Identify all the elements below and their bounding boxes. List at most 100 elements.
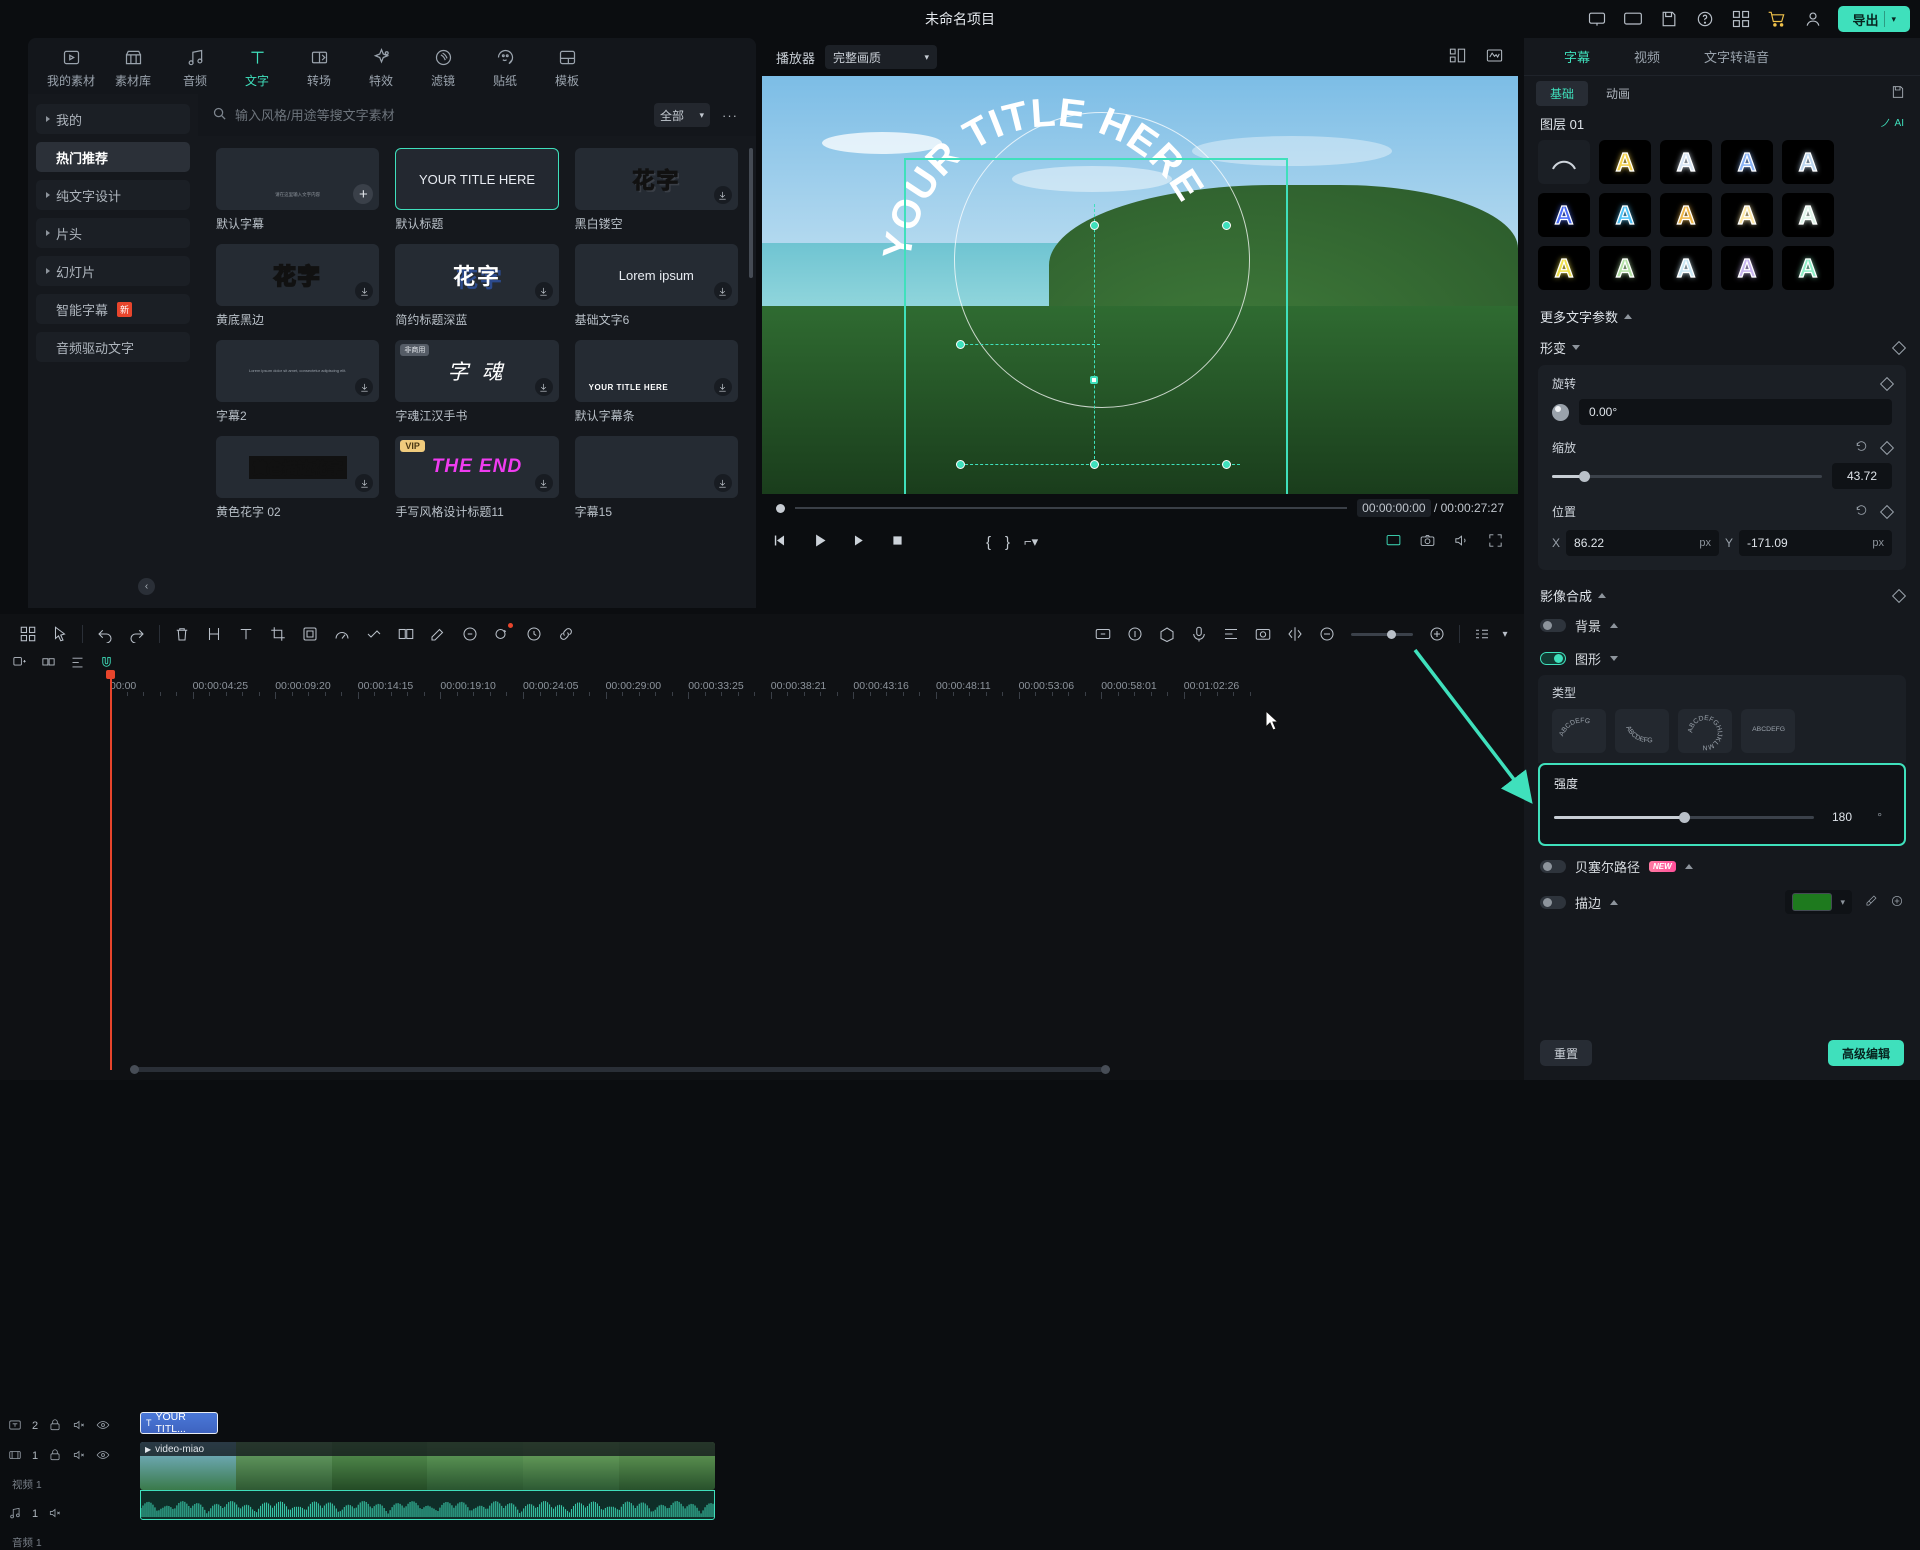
scrubber-handle[interactable] <box>776 503 785 513</box>
mask-icon[interactable] <box>294 618 326 650</box>
video-clip[interactable]: ▶ video-miao <box>140 1442 715 1490</box>
delete-icon[interactable] <box>166 618 198 650</box>
media-tab-3[interactable]: 文字 <box>226 47 288 89</box>
media-tab-8[interactable]: 模板 <box>536 47 598 89</box>
center-handle[interactable] <box>1090 376 1098 384</box>
preset-0-3[interactable]: A <box>1721 140 1773 184</box>
stroke-color-select[interactable]: ▾ <box>1785 890 1852 914</box>
link-icon[interactable] <box>550 618 582 650</box>
speed-icon[interactable] <box>326 618 358 650</box>
reset-icon[interactable] <box>1855 504 1868 520</box>
zoom-in-button[interactable] <box>1421 618 1453 650</box>
template-thumb[interactable]: 黄色描边花字 <box>216 436 380 498</box>
preset-1-3[interactable]: A <box>1721 193 1773 237</box>
save-preset-icon[interactable] <box>1890 84 1906 103</box>
chapter-icon[interactable] <box>1215 618 1247 650</box>
category-item-4[interactable]: 幻灯片 <box>36 256 190 286</box>
template-card-0[interactable]: 请在这里输入文字内容 + 默认字幕 <box>216 148 380 232</box>
shape-type-option-3[interactable]: ABCDEFGH <box>1741 709 1795 753</box>
lock-icon[interactable] <box>48 1418 62 1435</box>
download-icon[interactable] <box>355 282 374 300</box>
bezier-toggle[interactable] <box>1540 860 1566 873</box>
export-button[interactable]: 导出 ▾ <box>1838 6 1910 32</box>
zoom-out-button[interactable] <box>1311 618 1343 650</box>
align-icon[interactable] <box>70 655 85 673</box>
timeline-ruler[interactable]: 00:00 00:00:04:25 00:00:09:20 00:00:14:15 00… <box>110 676 1524 699</box>
scale-slider[interactable] <box>1552 470 1822 482</box>
player-scrubber[interactable]: 00:00:00:00 / 00:00:27:27 <box>762 494 1518 522</box>
eyedropper-icon[interactable] <box>1864 894 1878 911</box>
shape-icon[interactable] <box>1151 618 1183 650</box>
preset-0-4[interactable]: A <box>1782 140 1834 184</box>
media-tab-1[interactable]: 素材库 <box>102 47 164 89</box>
volume-icon[interactable] <box>1453 532 1470 552</box>
intensity-slider[interactable] <box>1554 811 1814 823</box>
media-tab-2[interactable]: 音频 <box>164 47 226 89</box>
category-item-6[interactable]: 音频驱动文字 <box>36 332 190 362</box>
filter-select[interactable]: 全部 ▾ <box>654 103 710 127</box>
template-card-7[interactable]: 非商用字 魂字魂江汉手书 <box>395 340 559 424</box>
monitor-icon[interactable] <box>1622 8 1644 30</box>
preset-2-1[interactable]: A <box>1599 246 1651 290</box>
add-icon[interactable]: + <box>353 184 374 204</box>
layout-split-icon[interactable] <box>1448 46 1467 68</box>
lock-icon[interactable] <box>48 1448 62 1465</box>
resize-handle-bottom[interactable] <box>1090 460 1099 469</box>
template-card-10[interactable]: VIP THE END 手写风格设计标题11 <box>395 436 559 520</box>
preset-0-1[interactable]: A <box>1599 140 1651 184</box>
template-thumb[interactable]: Lorem ipsum <box>574 244 738 306</box>
mute-icon[interactable] <box>48 1506 62 1523</box>
preset-0-2[interactable]: A <box>1660 140 1712 184</box>
resize-handle-left[interactable] <box>956 340 965 349</box>
group-icon[interactable] <box>390 618 422 650</box>
composite-header[interactable]: 影像合成 <box>1524 578 1920 609</box>
keyframe-icon[interactable] <box>358 618 390 650</box>
search-input[interactable] <box>235 107 646 123</box>
template-card-5[interactable]: Lorem ipsum 基础文字6 <box>574 244 738 328</box>
keyframe-diamond-icon[interactable] <box>1891 340 1907 355</box>
cart-icon[interactable] <box>1766 8 1788 30</box>
advanced-edit-button[interactable]: 高级编辑 <box>1827 1040 1904 1066</box>
category-item-1[interactable]: 热门推荐 <box>36 142 190 172</box>
play-forward-icon[interactable] <box>850 532 867 552</box>
marker-icon[interactable]: ⌐▾ <box>1024 534 1038 551</box>
eye-icon[interactable] <box>96 1448 110 1465</box>
keyframe-diamond-icon[interactable] <box>1879 504 1895 519</box>
keyframe-diamond-icon[interactable] <box>1891 588 1907 603</box>
preset-2-2[interactable]: A <box>1660 246 1712 290</box>
resize-handle-bottom-right[interactable] <box>1222 460 1231 469</box>
preset-2-3[interactable]: A <box>1721 246 1773 290</box>
download-icon[interactable] <box>713 474 732 492</box>
preview-stage[interactable]: YOUR TITLE HERE <box>762 76 1518 494</box>
snapshot-icon[interactable] <box>1419 532 1436 552</box>
more-options-icon[interactable]: ··· <box>718 108 742 123</box>
template-scrollbar[interactable] <box>749 148 753 278</box>
redo-icon[interactable] <box>121 618 153 650</box>
more-params-header[interactable]: 更多文字参数 <box>1524 299 1920 330</box>
duration-icon[interactable] <box>518 618 550 650</box>
template-thumb[interactable] <box>574 436 738 498</box>
add-track-icon[interactable] <box>12 655 27 673</box>
mic-icon[interactable] <box>1183 618 1215 650</box>
mute-icon[interactable] <box>72 1418 86 1435</box>
preset-1-1[interactable]: A <box>1599 193 1651 237</box>
ai-audio-icon[interactable] <box>454 618 486 650</box>
download-icon[interactable] <box>534 474 553 492</box>
category-item-2[interactable]: 纯文字设计 <box>36 180 190 210</box>
download-icon[interactable] <box>713 378 732 396</box>
preset-1-4[interactable]: A <box>1782 193 1834 237</box>
text-icon[interactable] <box>230 618 262 650</box>
add-color-icon[interactable] <box>1890 894 1904 911</box>
color-icon[interactable] <box>422 618 454 650</box>
zoom-track[interactable] <box>1351 629 1413 639</box>
preset-1-2[interactable]: A <box>1660 193 1712 237</box>
properties-tab-0[interactable]: 字幕 <box>1542 47 1612 66</box>
scrubber-track[interactable] <box>795 507 1348 509</box>
rotation-input[interactable]: 0.00° <box>1579 399 1892 425</box>
chevron-up-icon[interactable] <box>1610 899 1619 905</box>
timeline-hscrollbar[interactable] <box>130 1065 1110 1074</box>
chevron-down-icon[interactable]: ▾ <box>1891 14 1896 25</box>
record-icon[interactable] <box>1087 618 1119 650</box>
audio-clip[interactable] <box>140 1490 715 1520</box>
playhead[interactable] <box>106 670 115 1070</box>
